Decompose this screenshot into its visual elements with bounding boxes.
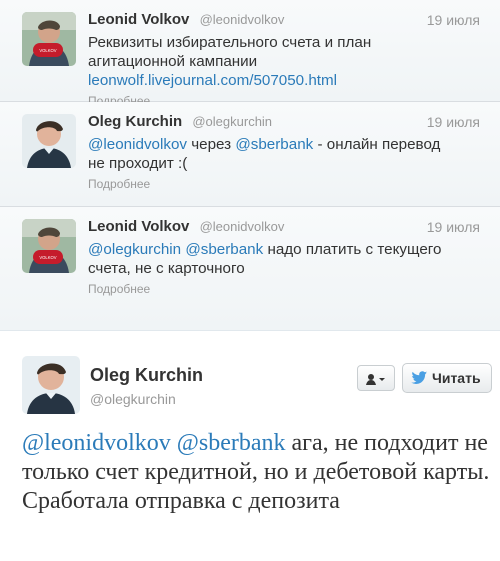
author-fullname[interactable]: Leonid Volkov xyxy=(88,218,189,235)
author-username[interactable]: @leonidvolkov xyxy=(200,12,285,27)
details-link[interactable]: Подробнее xyxy=(88,177,490,191)
leonid-volkov-avatar[interactable]: VOLKOV xyxy=(22,12,76,66)
tweet-text-line: агитационной кампании xyxy=(88,53,258,70)
tweet-text-fragment: - онлайн перевод xyxy=(313,136,441,153)
mention-link[interactable]: @sberbank xyxy=(177,430,286,456)
author-fullname[interactable]: Leonid Volkov xyxy=(88,11,189,28)
tweet-header: Oleg Kurchin @olegkurchin 19 июля xyxy=(88,102,490,135)
follow-button-label: Читать xyxy=(432,370,481,386)
expanded-author-username[interactable]: @olegkurchin xyxy=(90,391,176,407)
tweet-2[interactable]: Oleg Kurchin @olegkurchin 19 июля @leoni… xyxy=(0,102,500,207)
tweet-timestamp[interactable]: 19 июля xyxy=(427,113,480,131)
mention-link[interactable]: @leonidvolkov xyxy=(22,430,171,456)
tweet-1[interactable]: VOLKOV Leonid Volkov @leonidvolkov 19 ию… xyxy=(0,0,500,108)
twitter-bird-icon xyxy=(411,371,428,384)
author-username[interactable]: @olegkurchin xyxy=(192,114,272,129)
mention-link[interactable]: @leonidvolkov xyxy=(88,136,187,153)
follow-button[interactable]: Читать xyxy=(402,363,492,393)
expanded-author-fullname[interactable]: Oleg Kurchin xyxy=(90,365,203,386)
author-fullname[interactable]: Oleg Kurchin xyxy=(88,113,182,130)
conversation-timeline: VOLKOV Leonid Volkov @leonidvolkov 19 ию… xyxy=(0,0,500,331)
tweet-text-fragment: надо платить с текущего xyxy=(263,241,442,258)
expanded-tweet: Oleg Kurchin @olegkurchin Читать @leonid… xyxy=(0,331,500,561)
mention-link[interactable]: @olegkurchin xyxy=(88,241,181,258)
tweet-3[interactable]: VOLKOV Leonid Volkov @leonidvolkov 19 ию… xyxy=(0,207,500,330)
oleg-kurchin-avatar[interactable] xyxy=(22,114,76,168)
external-link[interactable]: leonwolf.livejournal.com/507050.html xyxy=(88,72,337,89)
tweet-text-line: не проходит :( xyxy=(88,155,188,172)
person-dropdown-icon xyxy=(364,371,388,385)
oleg-kurchin-avatar[interactable] xyxy=(22,356,80,414)
mention-link[interactable]: @sberbank xyxy=(235,136,313,153)
tweet-text: @olegkurchin @sberbank надо платить с те… xyxy=(88,240,478,278)
tweet-text-line: Реквизиты избирательного счета и план xyxy=(88,34,372,51)
tweet-text: @leonidvolkov через @sberbank - онлайн п… xyxy=(88,135,478,173)
svg-text:VOLKOV: VOLKOV xyxy=(39,48,56,53)
details-link[interactable]: Подробнее xyxy=(88,282,490,296)
tweet-header: Leonid Volkov @leonidvolkov 19 июля xyxy=(88,0,490,33)
tweet-text-line: счета, не с карточного xyxy=(88,260,245,277)
leonid-volkov-avatar[interactable]: VOLKOV xyxy=(22,219,76,273)
expanded-tweet-text: @leonidvolkov @sberbank ага, не подходит… xyxy=(22,429,492,516)
user-actions-dropdown[interactable] xyxy=(357,365,395,391)
tweet-text-fragment: через xyxy=(187,136,236,153)
tweet-header: Leonid Volkov @leonidvolkov 19 июля xyxy=(88,207,490,240)
svg-text:VOLKOV: VOLKOV xyxy=(39,255,56,260)
mention-link[interactable]: @sberbank xyxy=(185,241,263,258)
tweet-timestamp[interactable]: 19 июля xyxy=(427,11,480,29)
tweet-text: Реквизиты избирательного счета и план аг… xyxy=(88,33,478,90)
tweet-timestamp[interactable]: 19 июля xyxy=(427,218,480,236)
author-username[interactable]: @leonidvolkov xyxy=(200,219,285,234)
